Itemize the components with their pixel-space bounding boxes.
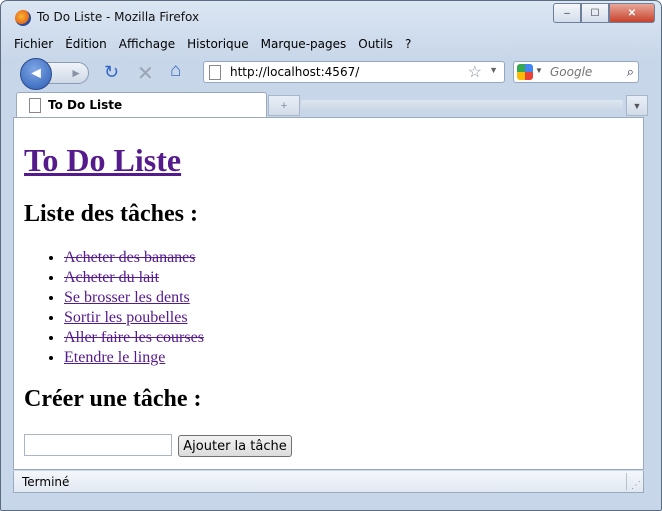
- task-link[interactable]: Acheter du lait: [64, 269, 159, 286]
- url-text[interactable]: http://localhost:4567/: [230, 65, 359, 79]
- list-item: Se brosser les dents: [64, 288, 204, 308]
- task-input[interactable]: [24, 434, 172, 456]
- menu-affichage[interactable]: Affichage: [119, 37, 175, 55]
- menu-historique[interactable]: Historique: [187, 37, 249, 55]
- bookmark-star-icon[interactable]: ☆: [468, 62, 482, 82]
- search-icon[interactable]: ⌕: [627, 64, 634, 80]
- task-link[interactable]: Aller faire les courses: [64, 329, 204, 346]
- resize-grip-icon[interactable]: ⋰: [631, 480, 641, 491]
- menu-fichier[interactable]: Fichier: [14, 37, 53, 55]
- google-icon[interactable]: [517, 64, 533, 80]
- close-button[interactable]: ✕: [609, 3, 655, 23]
- reload-icon[interactable]: ↻: [104, 62, 119, 83]
- page-icon: [29, 98, 41, 113]
- search-bar[interactable]: ▼ ⌕: [513, 61, 639, 83]
- window-controls: – ☐ ✕: [553, 3, 655, 23]
- page-icon: [209, 65, 221, 80]
- add-task-button[interactable]: Ajouter la tâche: [178, 435, 292, 457]
- back-icon: ◄: [28, 65, 44, 82]
- menu-help[interactable]: ?: [405, 37, 411, 55]
- menu-bar: Fichier Édition Affichage Historique Mar…: [14, 37, 423, 55]
- list-item: Acheter des bananes: [64, 248, 204, 268]
- home-icon[interactable]: ⌂: [170, 60, 181, 82]
- status-divider: [626, 473, 627, 490]
- engine-dropdown-icon[interactable]: ▼: [535, 66, 543, 75]
- task-link[interactable]: Sortir les poubelles: [64, 309, 188, 326]
- list-item: Sortir les poubelles: [64, 308, 204, 328]
- status-bar: Terminé ⋰: [13, 471, 644, 493]
- menu-edition[interactable]: Édition: [65, 37, 107, 55]
- chevron-down-icon: ▼: [632, 100, 642, 111]
- task-link[interactable]: Etendre le linge: [64, 349, 165, 366]
- stop-icon[interactable]: ✕: [137, 61, 154, 86]
- browser-window: To Do Liste - Mozilla Firefox – ☐ ✕ Fich…: [0, 0, 662, 511]
- task-link[interactable]: Se brosser les dents: [64, 289, 190, 306]
- url-dropdown-icon[interactable]: ▼: [489, 65, 498, 75]
- list-item: Acheter du lait: [64, 268, 204, 288]
- list-all-tabs-button[interactable]: ▼: [626, 95, 648, 116]
- search-input[interactable]: [550, 65, 610, 79]
- page-content: To Do Liste Liste des tâches : Acheter d…: [13, 117, 644, 470]
- minimize-button[interactable]: –: [553, 3, 581, 23]
- task-list: Acheter des bananes Acheter du lait Se b…: [50, 248, 204, 368]
- page-title-link[interactable]: To Do Liste: [24, 142, 181, 179]
- url-bar[interactable]: http://localhost:4567/ ☆ ▼: [203, 61, 505, 83]
- create-task-heading: Créer une tâche :: [24, 386, 202, 412]
- tab-to-do-liste[interactable]: To Do Liste: [16, 92, 267, 117]
- task-link[interactable]: Acheter des bananes: [64, 249, 196, 266]
- plus-icon: +: [280, 99, 288, 112]
- new-tab-button[interactable]: +: [268, 95, 300, 116]
- menu-marque-pages[interactable]: Marque-pages: [261, 37, 347, 55]
- tab-label: To Do Liste: [48, 98, 123, 112]
- back-button[interactable]: ◄: [20, 58, 52, 90]
- forward-icon: ►: [70, 66, 82, 80]
- list-item: Etendre le linge: [64, 348, 204, 368]
- status-text: Terminé: [22, 475, 70, 489]
- firefox-icon: [15, 10, 31, 26]
- navigation-toolbar: ► ◄ ↻ ✕ ⌂ http://localhost:4567/ ☆ ▼ ▼ ⌕: [13, 56, 649, 90]
- maximize-button[interactable]: ☐: [581, 3, 609, 23]
- window-title: To Do Liste - Mozilla Firefox: [37, 10, 200, 24]
- forward-button[interactable]: ►: [47, 62, 89, 84]
- tasks-heading: Liste des tâches :: [24, 201, 198, 227]
- tab-bar: To Do Liste + ▼: [13, 92, 650, 118]
- tab-strip-empty: [301, 100, 623, 110]
- list-item: Aller faire les courses: [64, 328, 204, 348]
- menu-outils[interactable]: Outils: [358, 37, 393, 55]
- title-bar: To Do Liste - Mozilla Firefox – ☐ ✕: [1, 1, 661, 35]
